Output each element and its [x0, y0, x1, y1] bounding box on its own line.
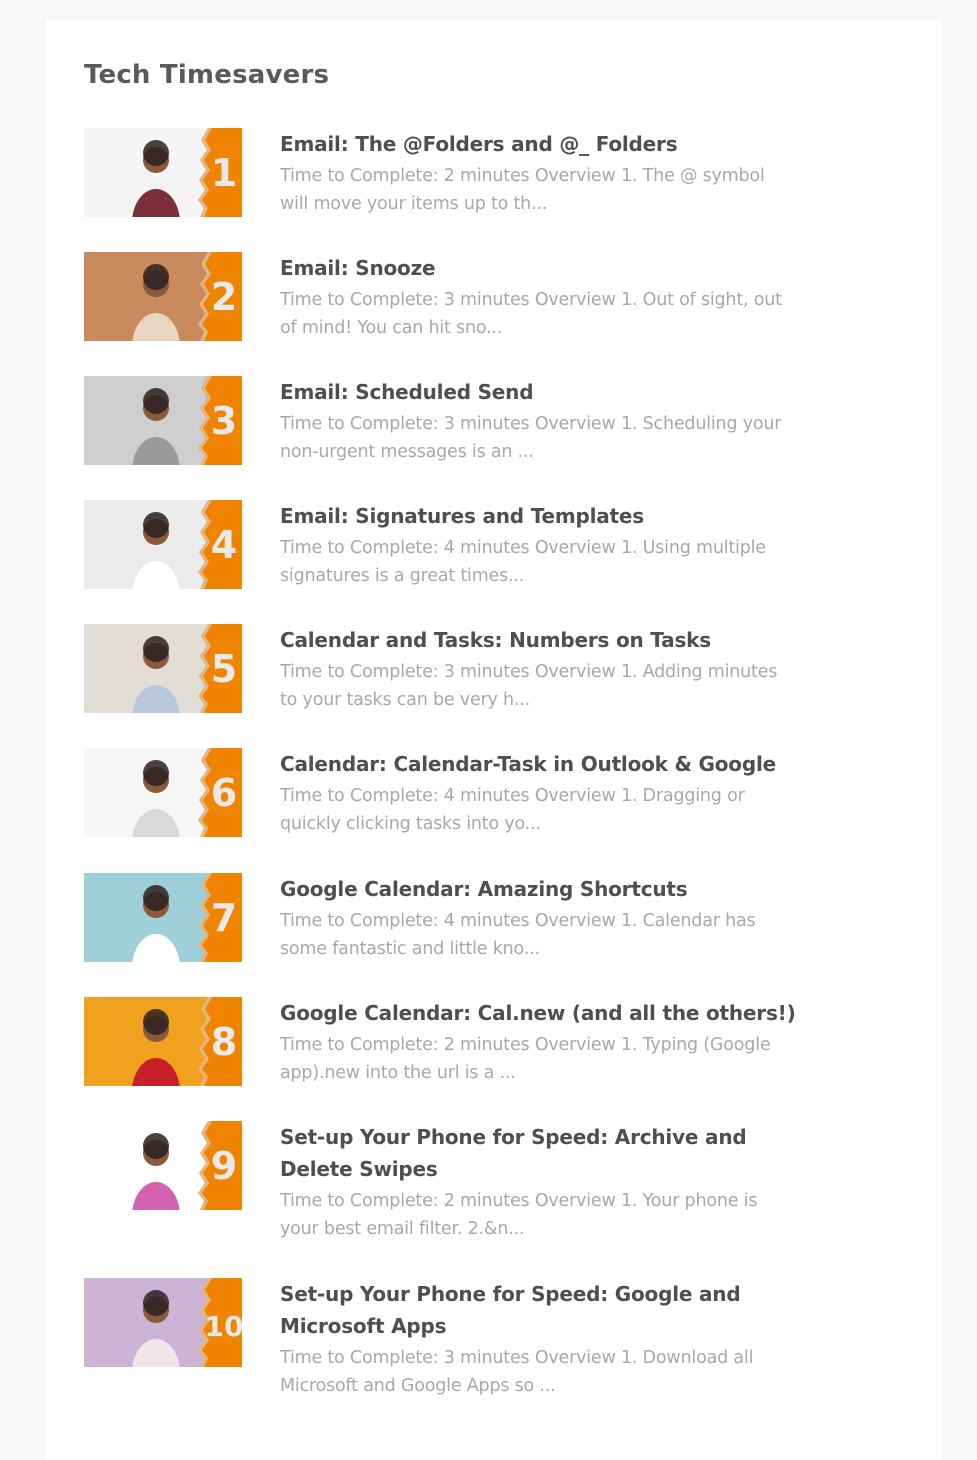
thumbnail-image[interactable]: 1 — [84, 128, 242, 217]
thumbnail-number: 7 — [211, 896, 237, 940]
item-title-link[interactable]: Email: Signatures and Templates — [280, 500, 800, 532]
item-title-link[interactable]: Calendar and Tasks: Numbers on Tasks — [280, 624, 800, 656]
item-description: Time to Complete: 3 minutes Overview 1. … — [280, 290, 782, 338]
thumbnail-image[interactable]: 2 — [84, 252, 242, 341]
item-title-link[interactable]: Google Calendar: Cal.new (and all the ot… — [280, 997, 800, 1029]
thumbnail-number: 2 — [211, 275, 237, 319]
thumbnail-image[interactable]: 8 — [84, 997, 242, 1086]
thumbnail-number: 8 — [211, 1020, 237, 1064]
item-description: Time to Complete: 2 minutes Overview 1. … — [280, 1191, 758, 1239]
item-description: Time to Complete: 3 minutes Overview 1. … — [280, 1348, 754, 1396]
item-description: Time to Complete: 3 minutes Overview 1. … — [280, 662, 778, 710]
item-description: Time to Complete: 4 minutes Overview 1. … — [280, 538, 766, 586]
thumbnail-image[interactable]: 6 — [84, 748, 242, 837]
page-title: Tech Timesavers — [84, 60, 330, 90]
item-title-link[interactable]: Email: The @Folders and @_ Folders — [280, 128, 800, 160]
thumbnail-image[interactable]: 4 — [84, 500, 242, 589]
thumbnail-number: 5 — [211, 647, 237, 691]
thumbnail-image[interactable]: 3 — [84, 376, 242, 465]
thumbnail-image[interactable]: 5 — [84, 624, 242, 713]
thumbnail-number: 1 — [211, 151, 237, 195]
thumbnail-number: 6 — [211, 771, 237, 815]
thumbnail-number: 4 — [211, 523, 237, 567]
thumbnail-image[interactable]: 7 — [84, 873, 242, 962]
item-description: Time to Complete: 2 minutes Overview 1. … — [280, 166, 765, 214]
thumbnail-image[interactable]: 10 — [84, 1278, 242, 1367]
item-description: Time to Complete: 2 minutes Overview 1. … — [280, 1035, 771, 1083]
item-title-link[interactable]: Set-up Your Phone for Speed: Archive and… — [280, 1121, 800, 1185]
thumbnail-number: 3 — [211, 399, 237, 443]
item-title-link[interactable]: Email: Scheduled Send — [280, 376, 800, 408]
item-description: Time to Complete: 4 minutes Overview 1. … — [280, 911, 756, 959]
item-description: Time to Complete: 3 minutes Overview 1. … — [280, 414, 782, 462]
item-title-link[interactable]: Set-up Your Phone for Speed: Google and … — [280, 1278, 800, 1342]
thumbnail-number: 9 — [211, 1144, 237, 1188]
item-title-link[interactable]: Calendar: Calendar-Task in Outlook & Goo… — [280, 748, 800, 780]
thumbnail-number: 10 — [205, 1310, 242, 1343]
item-description: Time to Complete: 4 minutes Overview 1. … — [280, 786, 745, 834]
content-card: Tech Timesavers 1 Email: The @Folders and… — [46, 20, 942, 1460]
thumbnail-image[interactable]: 9 — [84, 1121, 242, 1210]
item-title-link[interactable]: Google Calendar: Amazing Shortcuts — [280, 873, 800, 905]
item-title-link[interactable]: Email: Snooze — [280, 252, 800, 284]
